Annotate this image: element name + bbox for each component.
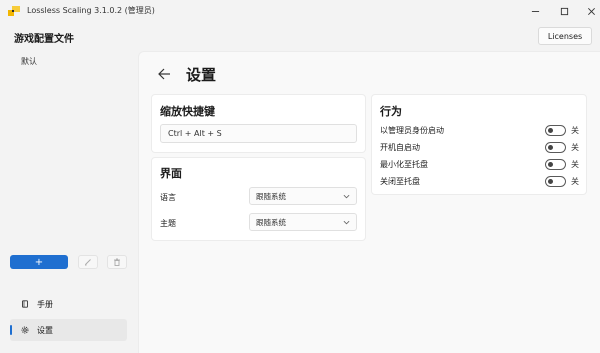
title-bar: Lossless Scaling 3.1.0.2 (管理员): [0, 0, 600, 22]
run-as-admin-state: 关: [571, 126, 579, 135]
startup-toggle[interactable]: [545, 142, 566, 153]
nav-item-settings[interactable]: 设置: [10, 319, 127, 341]
trash-icon: [114, 258, 120, 266]
run-as-admin-toggle[interactable]: [545, 125, 566, 136]
minimize-button[interactable]: [528, 4, 542, 18]
close-to-tray-label: 关闭至托盘: [380, 177, 420, 186]
chevron-down-icon: [343, 220, 350, 225]
nav-label-settings: 设置: [37, 326, 53, 335]
toggle-knob: [548, 145, 553, 150]
language-label: 语言: [160, 193, 176, 202]
maximize-icon: [560, 7, 568, 15]
gear-icon: [21, 326, 29, 334]
add-profile-button[interactable]: +: [10, 255, 68, 269]
toggle-knob: [548, 179, 553, 184]
startup-label: 开机自启动: [380, 143, 420, 152]
profiles-title: 游戏配置文件: [14, 34, 74, 45]
profile-item-default[interactable]: 默认: [21, 56, 37, 67]
edit-profile-button[interactable]: [78, 255, 98, 269]
selected-indicator: [10, 325, 12, 335]
pencil-icon: [85, 259, 91, 266]
page-title: 设置: [186, 66, 217, 84]
maximize-button[interactable]: [557, 4, 571, 18]
minimize-icon: [531, 10, 539, 12]
theme-select[interactable]: 跟随系统: [249, 213, 357, 231]
run-as-admin-label: 以管理员身份启动: [380, 126, 444, 135]
book-icon: [22, 300, 28, 308]
close-to-tray-state: 关: [571, 177, 579, 186]
behavior-title: 行为: [380, 105, 402, 118]
hotkey-input[interactable]: Ctrl + Alt + S: [160, 124, 357, 143]
theme-label: 主题: [160, 219, 176, 228]
language-value: 跟随系统: [256, 191, 286, 201]
minimize-to-tray-state: 关: [571, 160, 579, 169]
nav-item-manual[interactable]: 手册: [10, 293, 127, 315]
back-arrow-icon[interactable]: [157, 67, 171, 81]
nav-label-manual: 手册: [37, 300, 53, 309]
minimize-to-tray-label: 最小化至托盘: [380, 160, 428, 169]
language-select[interactable]: 跟随系统: [249, 187, 357, 205]
theme-value: 跟随系统: [256, 217, 286, 227]
startup-state: 关: [571, 143, 579, 152]
close-icon: [587, 7, 595, 15]
toggle-knob: [548, 162, 553, 167]
close-to-tray-toggle[interactable]: [545, 176, 566, 187]
app-logo-icon: [8, 6, 20, 16]
hotkey-title: 缩放快捷键: [160, 105, 215, 118]
close-button[interactable]: [584, 4, 598, 18]
licenses-button[interactable]: Licenses: [538, 27, 592, 45]
toggle-knob: [548, 128, 553, 133]
delete-profile-button[interactable]: [107, 255, 127, 269]
window-title: Lossless Scaling 3.1.0.2 (管理员): [27, 6, 155, 15]
chevron-down-icon: [343, 194, 350, 199]
interface-title: 界面: [160, 167, 182, 180]
minimize-to-tray-toggle[interactable]: [545, 159, 566, 170]
